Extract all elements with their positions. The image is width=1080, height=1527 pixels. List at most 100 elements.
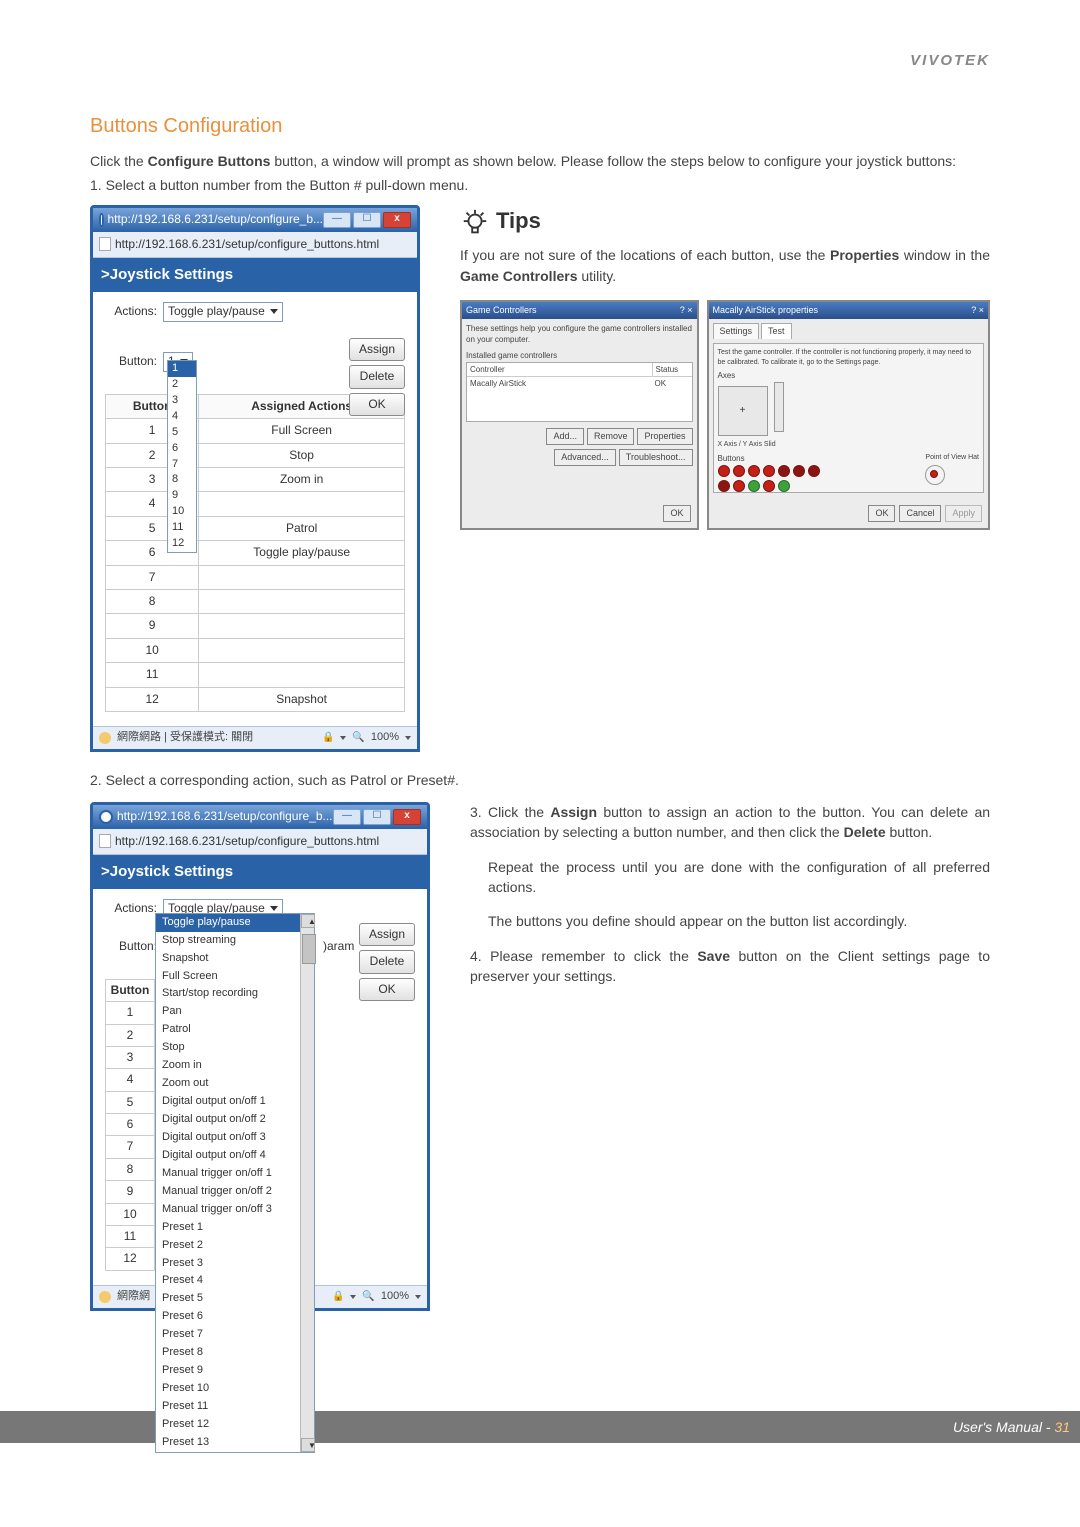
- table-header-button: Button: [105, 979, 155, 1002]
- gcp-close-icon[interactable]: ? ×: [971, 304, 984, 317]
- button-option[interactable]: 11: [168, 520, 196, 536]
- action-option[interactable]: Preset 2: [156, 1237, 314, 1255]
- gc-troubleshoot-button[interactable]: Troubleshoot...: [619, 449, 693, 466]
- action-option[interactable]: Preset 5: [156, 1290, 314, 1308]
- gc-close-icon[interactable]: ? ×: [680, 304, 693, 317]
- minimize-button[interactable]: —: [333, 809, 361, 825]
- dropdown-scrollbar[interactable]: ▲ ▼: [300, 914, 314, 1452]
- action-option[interactable]: Pan: [156, 1003, 314, 1021]
- action-option[interactable]: Digital output on/off 4: [156, 1147, 314, 1165]
- ok-button[interactable]: OK: [349, 393, 405, 416]
- button-option[interactable]: 12: [168, 536, 196, 552]
- button-option[interactable]: 3: [168, 393, 196, 409]
- button-option[interactable]: 7: [168, 457, 196, 473]
- scroll-down-icon[interactable]: ▼: [301, 1438, 315, 1452]
- zoom-dropdown-icon[interactable]: [405, 736, 411, 740]
- action-option[interactable]: Digital output on/off 3: [156, 1129, 314, 1147]
- scroll-thumb[interactable]: [302, 934, 316, 964]
- gcp-ok-button[interactable]: OK: [868, 505, 895, 522]
- gc-properties-button[interactable]: Properties: [637, 428, 692, 445]
- table-row[interactable]: 10: [106, 638, 405, 662]
- gc-advanced-button[interactable]: Advanced...: [554, 449, 616, 466]
- action-option[interactable]: Snapshot: [156, 950, 314, 968]
- delete-button[interactable]: Delete: [359, 950, 415, 973]
- action-option[interactable]: Preset 1: [156, 1219, 314, 1237]
- table-row[interactable]: 2Stop: [106, 443, 405, 467]
- action-option[interactable]: Preset 6: [156, 1308, 314, 1326]
- action-option[interactable]: Preset 9: [156, 1362, 314, 1380]
- button-option[interactable]: 10: [168, 504, 196, 520]
- assign-button[interactable]: Assign: [349, 338, 405, 361]
- actions-select[interactable]: Toggle play/pause: [163, 302, 283, 322]
- action-option[interactable]: Preset 8: [156, 1344, 314, 1362]
- maximize-button[interactable]: ☐: [363, 809, 391, 825]
- section-title: Buttons Configuration: [90, 112, 990, 141]
- button-option[interactable]: 5: [168, 425, 196, 441]
- page-icon: [99, 237, 111, 251]
- action-option[interactable]: Manual trigger on/off 3: [156, 1201, 314, 1219]
- ok-button[interactable]: OK: [359, 978, 415, 1001]
- action-option[interactable]: Manual trigger on/off 1: [156, 1165, 314, 1183]
- button-number-dropdown[interactable]: 123456789101112: [167, 360, 197, 553]
- button-option[interactable]: 4: [168, 409, 196, 425]
- button-option[interactable]: 6: [168, 441, 196, 457]
- table-row[interactable]: 3Zoom in: [106, 468, 405, 492]
- action-option[interactable]: Preset 3: [156, 1255, 314, 1273]
- table-row[interactable]: 9: [106, 614, 405, 638]
- status-dropdown-icon[interactable]: [350, 1295, 356, 1299]
- gc-add-button[interactable]: Add...: [546, 428, 584, 445]
- action-option[interactable]: Start/stop recording: [156, 985, 314, 1003]
- gcp-tab-test[interactable]: Test: [761, 323, 792, 339]
- button-option[interactable]: 1: [168, 361, 196, 377]
- delete-button[interactable]: Delete: [349, 365, 405, 388]
- button-option[interactable]: 2: [168, 377, 196, 393]
- maximize-button[interactable]: ☐: [353, 212, 381, 228]
- gcp-apply-button[interactable]: Apply: [945, 505, 982, 522]
- action-option[interactable]: Stop: [156, 1039, 314, 1057]
- scroll-up-icon[interactable]: ▲: [301, 914, 315, 928]
- gc-ok-button[interactable]: OK: [663, 505, 690, 522]
- status-dropdown-icon[interactable]: [340, 736, 346, 740]
- button-option[interactable]: 8: [168, 472, 196, 488]
- action-option[interactable]: Preset 11: [156, 1398, 314, 1416]
- action-option[interactable]: Patrol: [156, 1021, 314, 1039]
- action-option[interactable]: Digital output on/off 1: [156, 1093, 314, 1111]
- gcp-slider: [774, 382, 784, 432]
- close-button[interactable]: x: [393, 809, 421, 825]
- action-option[interactable]: Zoom in: [156, 1057, 314, 1075]
- joystick-settings-header: >Joystick Settings: [93, 855, 427, 889]
- close-button[interactable]: x: [383, 212, 411, 228]
- gcp-tab-settings[interactable]: Settings: [713, 323, 760, 339]
- action-option[interactable]: Manual trigger on/off 2: [156, 1183, 314, 1201]
- table-row[interactable]: 4: [106, 492, 405, 516]
- action-option[interactable]: Preset 7: [156, 1326, 314, 1344]
- table-row[interactable]: 7: [106, 565, 405, 589]
- gc-row-controller[interactable]: Macally AirStick: [467, 377, 652, 391]
- gcp-cancel-button[interactable]: Cancel: [899, 505, 941, 522]
- action-option[interactable]: Preset 13: [156, 1434, 314, 1452]
- protected-mode-icon: [322, 730, 334, 746]
- gc-remove-button[interactable]: Remove: [587, 428, 635, 445]
- action-option[interactable]: Zoom out: [156, 1075, 314, 1093]
- action-option[interactable]: Preset 4: [156, 1272, 314, 1290]
- minimize-button[interactable]: —: [323, 212, 351, 228]
- table-row[interactable]: 6Toggle play/pause: [106, 541, 405, 565]
- table-row[interactable]: 5Patrol: [106, 516, 405, 540]
- action-option[interactable]: Full Screen: [156, 968, 314, 986]
- actions-dropdown-list[interactable]: Toggle play/pauseStop streamingSnapshotF…: [155, 913, 315, 1453]
- action-option[interactable]: Toggle play/pause: [156, 914, 314, 932]
- action-option[interactable]: Stop streaming: [156, 932, 314, 950]
- table-row[interactable]: 11: [106, 663, 405, 687]
- button-option[interactable]: 9: [168, 488, 196, 504]
- action-option[interactable]: Digital output on/off 2: [156, 1111, 314, 1129]
- step4-bold-save: Save: [697, 948, 730, 964]
- zoom-value: 100%: [381, 1289, 409, 1305]
- table-row[interactable]: 8: [106, 590, 405, 614]
- table-cell: Snapshot: [199, 687, 405, 711]
- table-row[interactable]: 12Snapshot: [106, 687, 405, 711]
- action-option[interactable]: Preset 12: [156, 1416, 314, 1434]
- assign-button[interactable]: Assign: [359, 923, 415, 946]
- action-option[interactable]: Preset 10: [156, 1380, 314, 1398]
- table-row[interactable]: 1Full Screen: [106, 419, 405, 443]
- zoom-dropdown-icon[interactable]: [415, 1295, 421, 1299]
